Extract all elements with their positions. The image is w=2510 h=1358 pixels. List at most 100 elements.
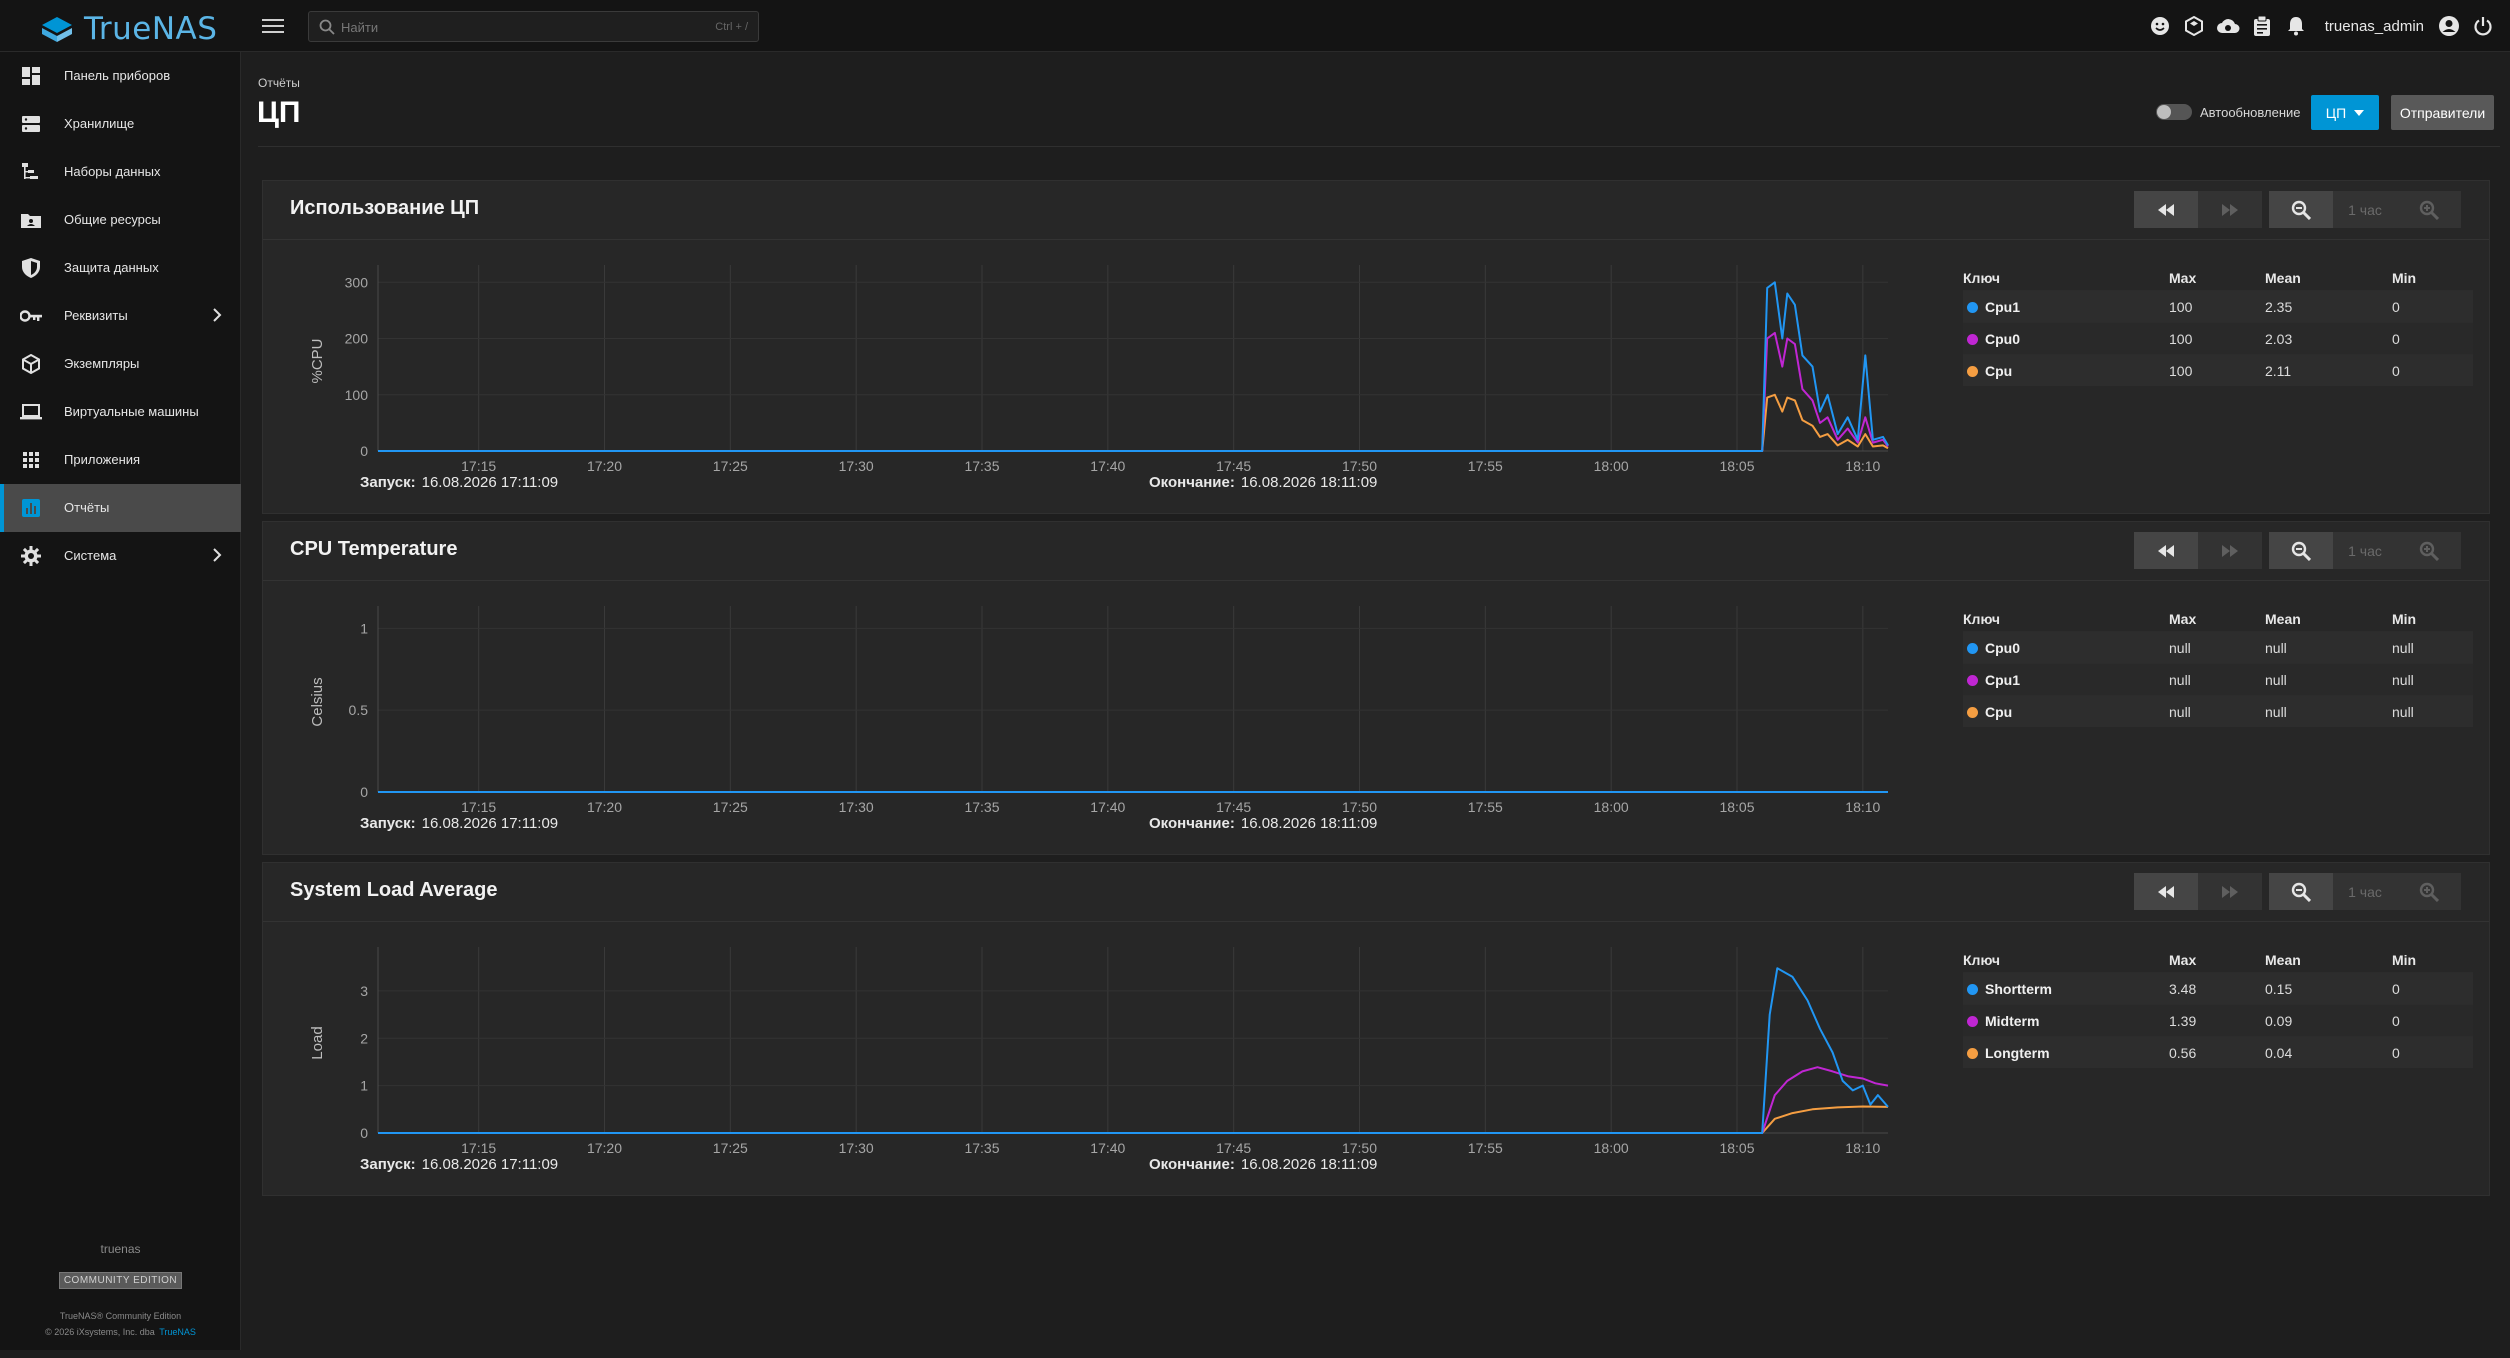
legend-row[interactable]: Longterm 0.56 0.04 0 xyxy=(1963,1036,2473,1068)
sidebar-item-label: Экземпляры xyxy=(64,356,140,371)
step-back-button[interactable] xyxy=(2134,191,2198,228)
legend-header-min: Min xyxy=(2392,952,2417,968)
range-end-label: Окончание: xyxy=(1149,815,1235,832)
chevron-right-icon xyxy=(213,548,222,562)
legend-row[interactable]: Shortterm 3.48 0.15 0 xyxy=(1963,972,2473,1004)
sidebar-item-datasets[interactable]: Наборы данных xyxy=(0,148,241,196)
shares-icon xyxy=(20,209,42,231)
legend-series-name: Longterm xyxy=(1985,1045,2050,1061)
sidebar-item-dashboard[interactable]: Панель приборов xyxy=(0,52,241,100)
breadcrumb[interactable]: Отчёты xyxy=(258,76,300,90)
legend-header-mean: Mean xyxy=(2265,611,2301,627)
hostname-text: truenas xyxy=(100,1242,141,1256)
zoom-out-button[interactable] xyxy=(2269,873,2333,910)
feedback-icon[interactable] xyxy=(2147,13,2173,39)
legend-mean-value: 0.15 xyxy=(2265,981,2293,997)
legend-row[interactable]: Cpu0 null null null xyxy=(1963,631,2473,663)
sidebar-item-vms[interactable]: Виртуальные машины xyxy=(0,388,241,436)
zoom-in-button[interactable] xyxy=(2397,191,2461,228)
legend-row[interactable]: Midterm 1.39 0.09 0 xyxy=(1963,1004,2473,1036)
legend-mean-value: null xyxy=(2265,704,2287,720)
zoom-out-button[interactable] xyxy=(2269,532,2333,569)
legend-series: Cpu0 xyxy=(1967,331,2020,347)
brand-name: TrueNAS xyxy=(84,11,218,47)
legend-header-min: Min xyxy=(2392,611,2417,627)
sidebar-item-data-protection[interactable]: Защита данных xyxy=(0,244,241,292)
zoom-in-button[interactable] xyxy=(2397,532,2461,569)
legend-series: Midterm xyxy=(1967,1013,2039,1029)
line-chart[interactable]: 17:15 17:20 17:25 17:30 17:35 17:40 17:45 17:50… xyxy=(288,592,1908,812)
username[interactable]: truenas_admin xyxy=(2325,18,2424,35)
page-title: ЦП xyxy=(257,96,301,129)
sidebar-item-apps[interactable]: Приложения xyxy=(0,436,241,484)
legend-max-value: 100 xyxy=(2169,299,2193,315)
legend-header: Ключ Max Mean Min xyxy=(1963,268,2473,290)
sidebar-item-storage[interactable]: Хранилище xyxy=(0,100,241,148)
line-chart[interactable]: 17:15 17:20 17:25 17:30 17:35 17:40 17:45 17:50… xyxy=(288,251,1908,471)
autorefresh-label: Автообновление xyxy=(2200,104,2301,120)
menu-toggle-icon[interactable] xyxy=(262,16,284,36)
range-end-value: 16.08.2026 18:11:09 xyxy=(1240,474,1378,491)
y-tick-label: 1 xyxy=(360,1078,368,1094)
legend-header-min: Min xyxy=(2392,270,2417,286)
truenas-link[interactable]: TrueNAS xyxy=(159,1327,196,1337)
legend-min-value: 0 xyxy=(2392,331,2400,347)
legend-max-value: null xyxy=(2169,640,2191,656)
exporters-button[interactable]: Отправители xyxy=(2391,95,2494,130)
zoom-in-button[interactable] xyxy=(2397,873,2461,910)
zoom-out-button[interactable] xyxy=(2269,191,2333,228)
legend-row[interactable]: Cpu 100 2.11 0 xyxy=(1963,354,2473,386)
step-forward-button[interactable] xyxy=(2198,532,2262,569)
sidebar-item-label: Реквизиты xyxy=(64,308,128,323)
x-tick-label: 17:20 xyxy=(587,799,622,812)
sidebar-item-instances[interactable]: Экземпляры xyxy=(0,340,241,388)
step-forward-button[interactable] xyxy=(2198,191,2262,228)
legend-series-name: Midterm xyxy=(1985,1013,2040,1029)
sidebar-item-credentials[interactable]: Реквизиты xyxy=(0,292,241,340)
legend-series-name: Cpu1 xyxy=(1985,299,2020,315)
gear-icon xyxy=(20,545,42,567)
search-shortcut: Ctrl + / xyxy=(715,21,748,33)
truecommand-icon[interactable] xyxy=(2181,13,2207,39)
autorefresh-control[interactable]: Автообновление xyxy=(2156,104,2301,120)
range-end: Окончание: 16.08.2026 18:11:09 xyxy=(1149,1156,1377,1173)
sidebar-item-label: Виртуальные машины xyxy=(64,404,199,419)
product-text: TrueNAS® Community Edition xyxy=(59,1311,182,1321)
x-tick-label: 18:10 xyxy=(1845,458,1880,471)
legend-mean-value: null xyxy=(2265,672,2287,688)
x-tick-label: 17:20 xyxy=(587,1140,622,1153)
line-chart[interactable]: 17:15 17:20 17:25 17:30 17:35 17:40 17:45 17:50… xyxy=(288,933,1908,1153)
account-icon[interactable] xyxy=(2436,13,2462,39)
truenas-logo[interactable]: TrueNAS xyxy=(40,11,217,47)
cpu-select-button[interactable]: ЦП xyxy=(2311,95,2379,130)
legend-row[interactable]: Cpu0 100 2.03 0 xyxy=(1963,322,2473,354)
cloud-icon[interactable] xyxy=(2215,13,2241,39)
step-forward-button[interactable] xyxy=(2198,873,2262,910)
legend-row[interactable]: Cpu1 null null null xyxy=(1963,663,2473,695)
legend-header-max: Max xyxy=(2169,270,2197,286)
y-tick-label: 1 xyxy=(360,620,368,636)
sidebar-item-label: Общие ресурсы xyxy=(64,212,161,227)
legend-row[interactable]: Cpu1 100 2.35 0 xyxy=(1963,290,2473,322)
x-tick-label: 17:50 xyxy=(1342,799,1377,812)
panel-title: System Load Average xyxy=(290,879,498,901)
sidebar-item-shares[interactable]: Общие ресурсы xyxy=(0,196,241,244)
edition-badge: COMMUNITY EDITION xyxy=(58,1272,183,1289)
legend-row[interactable]: Cpu null null null xyxy=(1963,695,2473,727)
clipboard-icon[interactable] xyxy=(2249,13,2275,39)
y-tick-label: 0 xyxy=(360,1125,368,1141)
legend-mean-value: 0.04 xyxy=(2265,1045,2293,1061)
x-tick-label: 17:25 xyxy=(713,458,748,471)
sidebar-item-reports[interactable]: Отчёты xyxy=(0,484,241,532)
autorefresh-toggle[interactable] xyxy=(2156,104,2192,120)
search-input[interactable]: Найти Ctrl + / xyxy=(308,11,759,42)
bell-icon[interactable] xyxy=(2283,13,2309,39)
x-tick-label: 18:00 xyxy=(1594,1140,1629,1153)
zoom-controls: 1 час xyxy=(2269,873,2461,910)
sidebar-item-system[interactable]: Система xyxy=(0,532,241,580)
step-back-button[interactable] xyxy=(2134,532,2198,569)
legend-header-key: Ключ xyxy=(1963,270,2000,286)
x-tick-label: 17:50 xyxy=(1342,1140,1377,1153)
power-icon[interactable] xyxy=(2470,13,2496,39)
step-back-button[interactable] xyxy=(2134,873,2198,910)
